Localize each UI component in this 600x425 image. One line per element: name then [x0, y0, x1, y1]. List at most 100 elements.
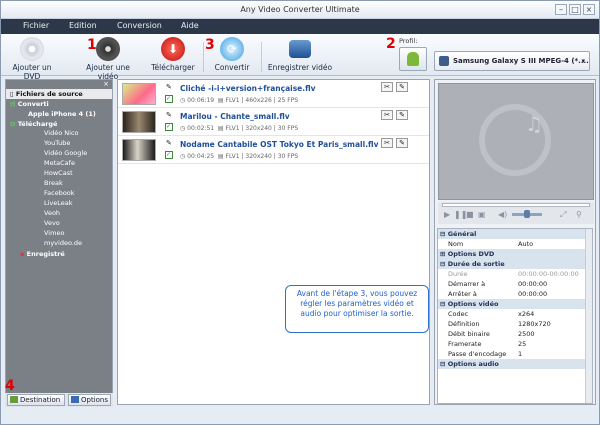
tree-converted[interactable]: ⊟ Converti	[10, 100, 49, 108]
cut-icon[interactable]: ✂	[381, 82, 393, 92]
menu-edit[interactable]: Edition	[69, 21, 97, 30]
camera-icon	[289, 40, 311, 58]
tree-site[interactable]: Vidéo Nico	[44, 129, 79, 137]
tree-site[interactable]: Break	[44, 179, 63, 187]
converted-icon: ⊟	[10, 100, 18, 108]
status-bar	[1, 408, 599, 424]
toolbar-separator	[261, 42, 262, 72]
effects-icon[interactable]: ✎	[396, 82, 408, 92]
prop-row[interactable]: Débit binaire 2500	[438, 329, 586, 339]
tree-site[interactable]: MetaCafe	[44, 159, 75, 167]
chevron-down-icon: ▾	[581, 57, 585, 65]
tree-converted-iphone[interactable]: Apple iPhone 4 (1)	[28, 110, 96, 118]
prop-row[interactable]: Démarrer à 00:00:00	[438, 279, 586, 289]
file-name: Cliché -i-i+version+française.flv	[180, 84, 316, 93]
prop-scrollbar[interactable]	[585, 229, 592, 403]
tip-callout: Avant de l'étape 3, vous pouvez régler l…	[285, 285, 429, 333]
prop-category-duration[interactable]: ⊟ Durée de sortie	[438, 259, 586, 269]
options-button[interactable]: Options	[68, 394, 111, 406]
profile-device-button[interactable]	[399, 47, 427, 71]
add-video-button[interactable]: Ajouter une vidéo	[75, 37, 141, 81]
checkbox[interactable]: ✓	[165, 151, 173, 159]
play-icon[interactable]: ▶	[444, 210, 450, 219]
tree-site[interactable]: Vevo	[44, 219, 60, 227]
cut-icon[interactable]: ✂	[381, 138, 393, 148]
close-panel-icon[interactable]: ×	[103, 80, 109, 88]
checkbox[interactable]: ✓	[165, 95, 173, 103]
gear-icon	[71, 396, 79, 403]
prop-row[interactable]: Passe d'encodage 1	[438, 349, 586, 359]
volume-thumb[interactable]	[524, 210, 530, 218]
minimize-icon[interactable]: –	[555, 4, 567, 15]
music-note-icon: ♫	[525, 112, 543, 136]
prop-row[interactable]: Arrêter à 00:00:00	[438, 289, 586, 299]
menu-conversion[interactable]: Conversion	[117, 21, 162, 30]
film-reel-icon	[96, 37, 120, 61]
profile-value: Samsung Galaxy S III MPEG-4 (*....	[453, 57, 589, 65]
tree-site[interactable]: Veoh	[44, 209, 60, 217]
file-row[interactable]: ✎ ✓ Cliché -i-i+version+française.flv ◷ …	[118, 80, 429, 108]
download-button[interactable]: ⬇ Télécharger	[147, 37, 199, 72]
recorded-icon: ▪	[20, 250, 27, 258]
menu-file[interactable]: Fichier	[23, 21, 49, 30]
download-icon: ⬇	[161, 37, 185, 61]
tree-source-files[interactable]: ▯ Fichiers de source	[10, 90, 83, 98]
prop-row[interactable]: Framerate 25	[438, 339, 586, 349]
profile-select[interactable]: Samsung Galaxy S III MPEG-4 (*.... ▾	[434, 51, 590, 71]
effects-icon[interactable]: ✎	[396, 110, 408, 120]
tree-downloaded[interactable]: ⊟ Téléchargé	[10, 120, 57, 128]
tree-site[interactable]: YouTube	[44, 139, 70, 147]
prop-category-general[interactable]: ⊟ Général	[438, 229, 586, 239]
tree-site[interactable]: myvideo.de	[44, 239, 82, 247]
menu-help[interactable]: Aide	[181, 21, 199, 30]
download-label: Télécharger	[151, 63, 195, 72]
prop-category-video[interactable]: ⊟ Options vidéo	[438, 299, 586, 309]
tree-recorded[interactable]: ▪ Enregistré	[20, 250, 65, 258]
edit-icon[interactable]: ✎	[166, 83, 172, 91]
prop-category-dvd[interactable]: ⊞ Options DVD	[438, 249, 586, 259]
toolbar-separator	[203, 42, 204, 72]
title-bar: Any Video Converter Ultimate – □ ×	[1, 1, 599, 19]
add-dvd-button[interactable]: Ajouter un DVD	[3, 37, 61, 81]
snapshot-icon[interactable]: ▣	[478, 210, 486, 219]
record-video-button[interactable]: Enregistrer vidéo	[267, 37, 333, 72]
menu-bar: Fichier Edition Conversion Aide	[1, 19, 599, 34]
effects-icon[interactable]: ✎	[396, 138, 408, 148]
stop-icon[interactable]: ■	[466, 210, 474, 219]
file-name: Nodame Cantabile OST Tokyo Et Paris_smal…	[180, 140, 379, 149]
maximize-icon[interactable]: □	[569, 4, 581, 15]
prop-category-audio[interactable]: ⊟ Options audio	[438, 359, 586, 369]
tree-site[interactable]: Facebook	[44, 189, 75, 197]
prop-row[interactable]: Codec x264	[438, 309, 586, 319]
right-panel: ♫ ▶ ❚❚ ■ ▣ ◀) ⤢ ⚲ ⊟ Général Nom Auto ⊞ Op…	[434, 79, 596, 405]
tree-site[interactable]: LiveLeak	[44, 199, 73, 207]
prop-row[interactable]: Durée 00:00:00-00:00:00	[438, 269, 586, 279]
phone-icon	[439, 56, 449, 66]
tree-site[interactable]: HowCast	[44, 169, 73, 177]
checkbox[interactable]: ✓	[165, 123, 173, 131]
edit-icon[interactable]: ✎	[166, 139, 172, 147]
destination-button[interactable]: Destination	[7, 394, 65, 406]
prop-row[interactable]: Définition 1280x720	[438, 319, 586, 329]
file-row[interactable]: ✎ ✓ Marilou - Chante_small.flv ◷ 00:02:5…	[118, 108, 429, 136]
seek-bar[interactable]	[442, 203, 590, 207]
tree-site[interactable]: Vimeo	[44, 229, 64, 237]
step-4-marker: 4	[5, 378, 15, 394]
volume-icon[interactable]: ◀)	[498, 210, 507, 219]
convert-button[interactable]: ⟳ Convertir	[209, 37, 255, 72]
zoom-icon[interactable]: ⚲	[576, 210, 582, 219]
folder-icon	[10, 396, 18, 403]
prop-row[interactable]: Nom Auto	[438, 239, 586, 249]
cut-icon[interactable]: ✂	[381, 110, 393, 120]
file-list: ✎ ✓ Cliché -i-i+version+française.flv ◷ …	[117, 79, 430, 405]
close-icon[interactable]: ×	[583, 4, 595, 15]
property-grid: ⊟ Général Nom Auto ⊞ Options DVD ⊟ Durée …	[437, 228, 593, 404]
step-3-marker: 3	[205, 37, 215, 53]
tree-site[interactable]: Vidéo Google	[44, 149, 87, 157]
thumbnail	[122, 83, 156, 105]
fullscreen-icon[interactable]: ⤢	[560, 210, 566, 220]
thumbnail	[122, 139, 156, 161]
sidebar-footer: Destination Options	[5, 393, 113, 407]
edit-icon[interactable]: ✎	[166, 111, 172, 119]
file-row[interactable]: ✎ ✓ Nodame Cantabile OST Tokyo Et Paris_…	[118, 136, 429, 164]
